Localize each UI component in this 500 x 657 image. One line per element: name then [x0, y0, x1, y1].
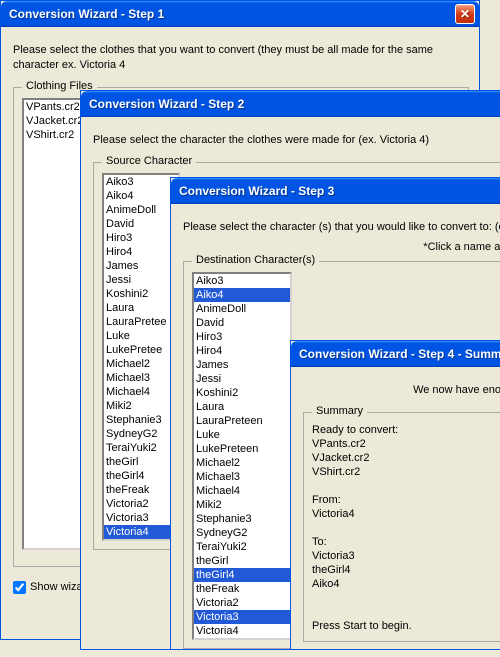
summary-line: Press Start to begin. — [312, 619, 500, 633]
list-item[interactable]: Hiro4 — [194, 344, 290, 358]
close-icon[interactable]: ✕ — [455, 4, 475, 24]
list-item[interactable]: Hiro4 — [104, 245, 178, 259]
titlebar-step2[interactable]: Conversion Wizard - Step 2 — [81, 91, 500, 117]
list-item[interactable]: TeraiYuki2 — [104, 441, 178, 455]
titlebar-step3[interactable]: Conversion Wizard - Step 3 — [171, 178, 500, 204]
list-item[interactable]: Victoria4 — [104, 525, 178, 539]
list-item[interactable]: Jessi — [104, 273, 178, 287]
list-item[interactable]: David — [194, 316, 290, 330]
group-label: Summary — [312, 405, 367, 417]
list-item[interactable]: Miki2 — [194, 498, 290, 512]
list-item[interactable]: Victoria2 — [194, 596, 290, 610]
list-item[interactable]: LauraPreteen — [194, 414, 290, 428]
destination-character-listbox[interactable]: Aiko3Aiko4AnimeDollDavidHiro3Hiro4JamesJ… — [192, 272, 292, 640]
list-item[interactable]: Aiko4 — [194, 288, 290, 302]
list-item[interactable]: Miki2 — [104, 399, 178, 413]
summary-group: Summary Ready to convert:VPants.cr2VJack… — [303, 412, 500, 642]
summary-line: VPants.cr2 — [312, 437, 500, 451]
window-title: Conversion Wizard - Step 3 — [179, 184, 334, 198]
list-item[interactable]: Hiro3 — [194, 330, 290, 344]
list-item[interactable]: LukePreteen — [194, 442, 290, 456]
instruction-text: We now have enough information to — [303, 383, 500, 398]
summary-line: From: — [312, 493, 500, 507]
summary-line — [312, 521, 500, 535]
list-item[interactable]: LauraPretee — [104, 315, 178, 329]
list-item[interactable]: Michael4 — [104, 385, 178, 399]
list-item[interactable]: Luke — [104, 329, 178, 343]
list-item[interactable]: Koshini2 — [104, 287, 178, 301]
list-item[interactable]: Victoria3 — [194, 610, 290, 624]
list-item[interactable]: SydneyG2 — [194, 526, 290, 540]
checkbox-input[interactable] — [13, 581, 26, 594]
titlebar-step4[interactable]: Conversion Wizard - Step 4 - Summa — [291, 341, 500, 367]
summary-line — [312, 605, 500, 619]
group-label: Destination Character(s) — [192, 254, 319, 266]
list-item[interactable]: Michael3 — [194, 470, 290, 484]
list-item[interactable]: Jessi — [194, 372, 290, 386]
sub-instruction: *Click a name again to deselect it. — [183, 241, 500, 253]
window-title: Conversion Wizard - Step 1 — [9, 7, 164, 21]
list-item[interactable]: SydneyG2 — [104, 427, 178, 441]
list-item[interactable]: Victoria3 — [104, 511, 178, 525]
summary-line — [312, 591, 500, 605]
list-item[interactable]: Stephanie3 — [104, 413, 178, 427]
summary-line — [312, 479, 500, 493]
list-item[interactable]: theFreak — [104, 483, 178, 497]
list-item[interactable]: AnimeDoll — [104, 203, 178, 217]
list-item[interactable]: Michael2 — [194, 456, 290, 470]
list-item[interactable]: Michael4 — [194, 484, 290, 498]
checkbox-label: Show wizar — [30, 581, 86, 593]
list-item[interactable]: theGirl4 — [104, 469, 178, 483]
list-item[interactable]: Victoria2 — [104, 497, 178, 511]
list-item[interactable]: James — [194, 358, 290, 372]
list-item[interactable]: Laura — [104, 301, 178, 315]
list-item[interactable]: Victoria4 — [194, 624, 290, 638]
instruction-text: Please select the clothes that you want … — [13, 43, 469, 73]
group-label: Source Character — [102, 155, 196, 167]
wizard-step4-window: Conversion Wizard - Step 4 - Summa We no… — [290, 340, 500, 650]
list-item[interactable]: Aiko3 — [194, 274, 290, 288]
summary-line: Victoria4 — [312, 507, 500, 521]
list-item[interactable]: Michael2 — [104, 357, 178, 371]
summary-line: To: — [312, 535, 500, 549]
window-title: Conversion Wizard - Step 4 - Summa — [299, 347, 500, 361]
list-item[interactable]: Aiko4 — [104, 189, 178, 203]
list-item[interactable]: TeraiYuki2 — [194, 540, 290, 554]
list-item[interactable]: theFreak — [194, 582, 290, 596]
list-item[interactable]: James — [104, 259, 178, 273]
list-item[interactable]: AnimeDoll — [194, 302, 290, 316]
list-item[interactable]: Aiko3 — [104, 175, 178, 189]
list-item[interactable]: Hiro3 — [104, 231, 178, 245]
list-item[interactable]: theGirl4 — [194, 568, 290, 582]
window-title: Conversion Wizard - Step 2 — [89, 97, 244, 111]
list-item[interactable]: Stephanie3 — [194, 512, 290, 526]
instruction-text: Please select the character the clothes … — [93, 133, 500, 148]
summary-text: Ready to convert:VPants.cr2VJacket.cr2VS… — [312, 423, 500, 633]
source-character-listbox[interactable]: Aiko3Aiko4AnimeDollDavidHiro3Hiro4JamesJ… — [102, 173, 180, 541]
list-item[interactable]: David — [104, 217, 178, 231]
summary-line: VShirt.cr2 — [312, 465, 500, 479]
summary-line: Ready to convert: — [312, 423, 500, 437]
list-item[interactable]: Laura — [194, 400, 290, 414]
list-item[interactable]: theGirl — [104, 455, 178, 469]
list-item[interactable]: Michael3 — [104, 371, 178, 385]
summary-line: theGirl4 — [312, 563, 500, 577]
instruction-text: Please select the character (s) that you… — [183, 220, 500, 235]
titlebar-step1[interactable]: Conversion Wizard - Step 1 ✕ — [1, 1, 479, 27]
list-item[interactable]: Luke — [194, 428, 290, 442]
summary-line: VJacket.cr2 — [312, 451, 500, 465]
list-item[interactable]: LukePretee — [104, 343, 178, 357]
list-item[interactable]: Koshini2 — [194, 386, 290, 400]
summary-line: Aiko4 — [312, 577, 500, 591]
list-item[interactable]: theGirl — [194, 554, 290, 568]
summary-line: Victoria3 — [312, 549, 500, 563]
